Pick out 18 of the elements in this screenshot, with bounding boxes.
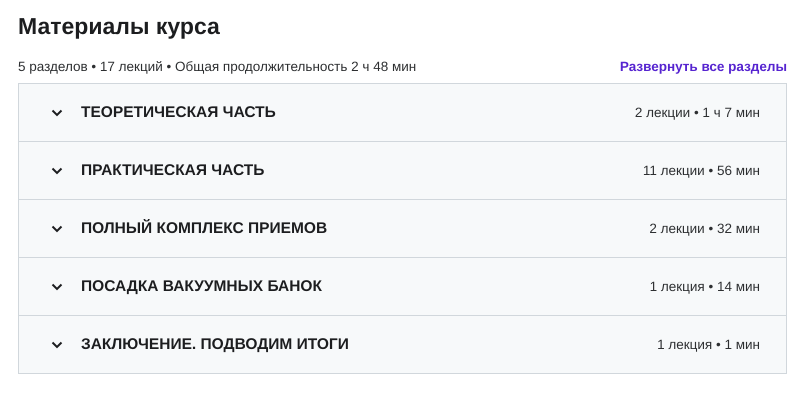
section-header[interactable]: ПРАКТИЧЕСКАЯ ЧАСТЬ 11 лекции • 56 мин (19, 141, 786, 199)
chevron-icon (51, 282, 63, 290)
course-summary: 5 разделов • 17 лекций • Общая продолжительность 2 ч 48 мин (18, 58, 416, 74)
section-header[interactable]: ЗАКЛЮЧЕНИЕ. ПОДВОДИМ ИТОГИ 1 лекция • 1 мин (19, 315, 786, 373)
section-meta: 2 лекции • 1 ч 7 мин (634, 105, 760, 120)
section-meta: 1 лекция • 1 мин (657, 337, 760, 352)
chevron-icon (51, 166, 63, 174)
section-meta: 1 лекция • 14 мин (650, 279, 760, 294)
section-meta: 11 лекции • 56 мин (642, 163, 760, 178)
section-header[interactable]: ТЕОРЕТИЧЕСКАЯ ЧАСТЬ 2 лекции • 1 ч 7 мин (19, 84, 786, 141)
chevron-icon (51, 340, 63, 348)
expand-all-link[interactable]: Развернуть все разделы (620, 58, 787, 74)
page-title: Материалы курса (18, 12, 221, 41)
section-header[interactable]: ПОЛНЫЙ КОМПЛЕКС ПРИЕМОВ 2 лекции • 32 мин (19, 199, 786, 257)
section-header[interactable]: ПОСАДКА ВАКУУМНЫХ БАНОК 1 лекция • 14 мин (19, 257, 786, 315)
chevron-icon (51, 108, 63, 116)
section-meta: 2 лекции • 32 мин (649, 221, 760, 236)
chevron-icon (51, 224, 63, 232)
